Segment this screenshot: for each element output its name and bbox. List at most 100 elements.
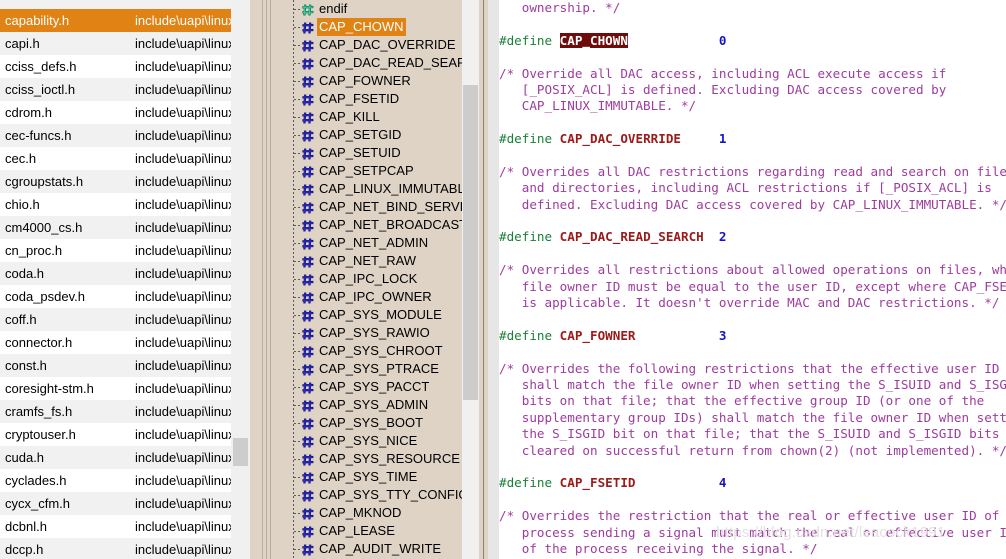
symbol-tree-item[interactable]: CAP_FSETID: [285, 90, 462, 108]
code-line[interactable]: the S_ISGID bit on that file; that the S…: [499, 426, 1006, 442]
code-line[interactable]: #define CAP_DAC_OVERRIDE 1: [499, 131, 1006, 147]
code-line[interactable]: [499, 246, 1006, 262]
file-list-item[interactable]: dcbnl.h include\uapi\linux: [0, 515, 231, 538]
symbol-tree-item[interactable]: CAP_AUDIT_WRITE: [285, 540, 462, 558]
file-list-item[interactable]: cciss_ioctl.h include\uapi\linux: [0, 78, 231, 101]
code-line[interactable]: [499, 49, 1006, 65]
symbol-tree[interactable]: endif CAP_CHOWN CAP_DAC_OVERRIDE CAP_DAC_RE…: [285, 0, 462, 559]
symbol-tree-item[interactable]: CAP_SETUID: [285, 144, 462, 162]
symbol-tree-item[interactable]: CAP_NET_BROADCAST: [285, 216, 462, 234]
symbol-tree-item[interactable]: CAP_SYS_RESOURCE: [285, 450, 462, 468]
code-line[interactable]: [499, 492, 1006, 508]
file-list-item[interactable]: cec.h include\uapi\linux: [0, 147, 231, 170]
symbol-tree-item[interactable]: CAP_NET_ADMIN: [285, 234, 462, 252]
symbol-tree-item[interactable]: CAP_IPC_OWNER: [285, 288, 462, 306]
symbol-tree-item[interactable]: CAP_SETPCAP: [285, 162, 462, 180]
code-line[interactable]: cleared on successful return from chown(…: [499, 443, 1006, 459]
code-line[interactable]: /* Overrides all DAC restrictions regard…: [499, 164, 1006, 180]
code-line[interactable]: #define CAP_CHOWN 0: [499, 32, 1006, 49]
code-line[interactable]: [499, 311, 1006, 327]
symbol-tree-scrollbar[interactable]: [462, 0, 479, 559]
file-list-item[interactable]: coresight-stm.h include\uapi\linux: [0, 377, 231, 400]
file-list-item[interactable]: cuda.h include\uapi\linux: [0, 446, 231, 469]
file-list-item[interactable]: cciss_defs.h include\uapi\linux: [0, 55, 231, 78]
code-line[interactable]: /* Overrides all restrictions about allo…: [499, 262, 1006, 278]
code-line[interactable]: CAP_LINUX_IMMUTABLE. */: [499, 98, 1006, 114]
file-list-item[interactable]: cyclades.h include\uapi\linux: [0, 469, 231, 492]
symbol-tree-item[interactable]: CAP_SYS_ADMIN: [285, 396, 462, 414]
code-line[interactable]: [499, 148, 1006, 164]
code-line[interactable]: [_POSIX_ACL] is defined. Excluding DAC a…: [499, 82, 1006, 98]
symbol-tree-item[interactable]: CAP_FOWNER: [285, 72, 462, 90]
symbol-tree-item[interactable]: CAP_SYS_PACCT: [285, 378, 462, 396]
file-list-item[interactable]: [0, 0, 231, 9]
code-line[interactable]: [499, 344, 1006, 360]
symbol-tree-item[interactable]: CAP_KILL: [285, 108, 462, 126]
symbol-tree-item[interactable]: endif: [285, 0, 462, 18]
file-list-item[interactable]: const.h include\uapi\linux: [0, 354, 231, 377]
code-line[interactable]: #define CAP_FSETID 4: [499, 475, 1006, 491]
file-list-item[interactable]: cryptouser.h include\uapi\linux: [0, 423, 231, 446]
symbol-tree-scrollbar-thumb[interactable]: [463, 85, 478, 400]
file-list-item[interactable]: connector.h include\uapi\linux: [0, 331, 231, 354]
splitter-left[interactable]: [250, 0, 285, 559]
file-list-item[interactable]: coda_psdev.h include\uapi\linux: [0, 285, 231, 308]
code-line[interactable]: [499, 16, 1006, 32]
file-list-item[interactable]: cramfs_fs.h include\uapi\linux: [0, 400, 231, 423]
code-line[interactable]: of the process receiving the signal. */: [499, 541, 1006, 557]
symbol-tree-item[interactable]: CAP_SETGID: [285, 126, 462, 144]
code-line[interactable]: #define CAP_DAC_READ_SEARCH 2: [499, 229, 1006, 245]
symbol-tree-item[interactable]: CAP_CHOWN: [285, 18, 462, 36]
code-line[interactable]: #define CAP_FOWNER 3: [499, 328, 1006, 344]
code-line[interactable]: [499, 459, 1006, 475]
file-list-item[interactable]: cycx_cfm.h include\uapi\linux: [0, 492, 231, 515]
symbol-tree-item[interactable]: CAP_SYS_BOOT: [285, 414, 462, 432]
code-line[interactable]: [499, 213, 1006, 229]
file-list-item[interactable]: cgroupstats.h include\uapi\linux: [0, 170, 231, 193]
symbol-tree-item[interactable]: CAP_DAC_OVERRIDE: [285, 36, 462, 54]
file-list-scrollbar[interactable]: [231, 0, 250, 559]
symbol-tree-item[interactable]: CAP_SYS_TTY_CONFIG: [285, 486, 462, 504]
symbol-tree-item[interactable]: CAP_LEASE: [285, 522, 462, 540]
code-line[interactable]: ownership. */: [499, 0, 1006, 16]
code-line[interactable]: is applicable. It doesn't override MAC a…: [499, 295, 1006, 311]
code-line[interactable]: and directories, including ACL restricti…: [499, 180, 1006, 196]
symbol-tree-item[interactable]: CAP_SYS_PTRACE: [285, 360, 462, 378]
symbol-tree-item[interactable]: CAP_IPC_LOCK: [285, 270, 462, 288]
file-list-item[interactable]: coda.h include\uapi\linux: [0, 262, 231, 285]
project-file-list[interactable]: capability.h include\uapi\linux capi.h incl…: [0, 0, 231, 559]
file-list-scrollbar-thumb[interactable]: [233, 438, 248, 466]
code-line[interactable]: supplementary group IDs) shall match the…: [499, 410, 1006, 426]
file-list-item[interactable]: dccp.h include\uapi\linux: [0, 538, 231, 559]
file-list-item[interactable]: coff.h include\uapi\linux: [0, 308, 231, 331]
symbol-tree-item[interactable]: CAP_SYS_TIME: [285, 468, 462, 486]
symbol-tree-item[interactable]: CAP_LINUX_IMMUTABLE: [285, 180, 462, 198]
symbol-tree-item[interactable]: CAP_SYS_CHROOT: [285, 342, 462, 360]
code-line[interactable]: /* Overrides the following restrictions …: [499, 361, 1006, 377]
code-line[interactable]: bits on that file; that the effective gr…: [499, 393, 1006, 409]
file-list-item[interactable]: cec-funcs.h include\uapi\linux: [0, 124, 231, 147]
code-line[interactable]: /* Override all DAC access, including AC…: [499, 66, 1006, 82]
symbol-tree-item[interactable]: CAP_NET_RAW: [285, 252, 462, 270]
symbol-tree-item[interactable]: CAP_DAC_READ_SEARCH: [285, 54, 462, 72]
code-line[interactable]: defined. Excluding DAC access covered by…: [499, 197, 1006, 213]
symbol-tree-item[interactable]: CAP_NET_BIND_SERVICE: [285, 198, 462, 216]
splitter-right[interactable]: [479, 0, 488, 559]
file-list-item[interactable]: cm4000_cs.h include\uapi\linux: [0, 216, 231, 239]
symbol-tree-item[interactable]: CAP_SYS_NICE: [285, 432, 462, 450]
file-list-item-path: include\uapi\linux: [135, 220, 231, 235]
file-list-item[interactable]: cdrom.h include\uapi\linux: [0, 101, 231, 124]
code-line[interactable]: [499, 115, 1006, 131]
file-list-item[interactable]: cn_proc.h include\uapi\linux: [0, 239, 231, 262]
symbol-tree-item[interactable]: CAP_MKNOD: [285, 504, 462, 522]
file-list-item[interactable]: capability.h include\uapi\linux: [0, 9, 231, 32]
file-list-item[interactable]: chio.h include\uapi\linux: [0, 193, 231, 216]
symbol-tree-item[interactable]: CAP_SYS_MODULE: [285, 306, 462, 324]
file-list-item-name: cgroupstats.h: [5, 174, 84, 189]
file-list-item[interactable]: capi.h include\uapi\linux: [0, 32, 231, 55]
source-code-view[interactable]: ownership. */ #define CAP_CHOWN 0 /* Ove…: [499, 0, 1006, 559]
code-line[interactable]: shall match the file owner ID when setti…: [499, 377, 1006, 393]
code-line[interactable]: file owner ID must be equal to the user …: [499, 279, 1006, 295]
code-line[interactable]: /* Overrides the restriction that the re…: [499, 508, 1006, 524]
symbol-tree-item[interactable]: CAP_SYS_RAWIO: [285, 324, 462, 342]
